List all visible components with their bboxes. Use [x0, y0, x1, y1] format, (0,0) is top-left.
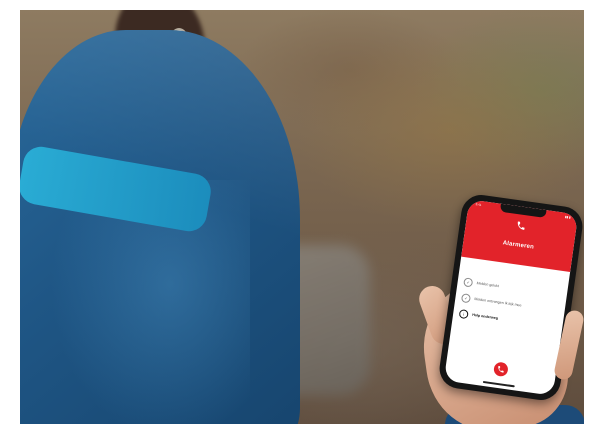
check-icon: ✓ — [460, 293, 472, 304]
outdoor-photo: 9:41 ▮▮ ▮ Alarmeren ✓ Melden gelukt ✓ Me… — [20, 10, 584, 424]
phone-icon — [498, 365, 504, 373]
home-indicator — [482, 380, 515, 388]
header-title: Alarmeren — [502, 240, 535, 251]
phone-icon — [517, 221, 525, 230]
step-label: Melden ontvangen Ik kijk mee — [474, 297, 522, 308]
alarm-steps: ✓ Melden gelukt ✓ Melden ontvangen Ik ki… — [458, 277, 562, 338]
step-label: Hulp onderweg — [471, 313, 499, 321]
check-icon: ✓ — [463, 277, 474, 288]
blue-down-jacket — [20, 30, 300, 424]
step-label: Melden gelukt — [476, 281, 500, 289]
info-icon: i — [458, 309, 469, 320]
hangup-button[interactable] — [493, 361, 509, 378]
status-time: 9:41 — [475, 202, 482, 207]
status-icons: ▮▮ ▮ — [564, 214, 571, 220]
